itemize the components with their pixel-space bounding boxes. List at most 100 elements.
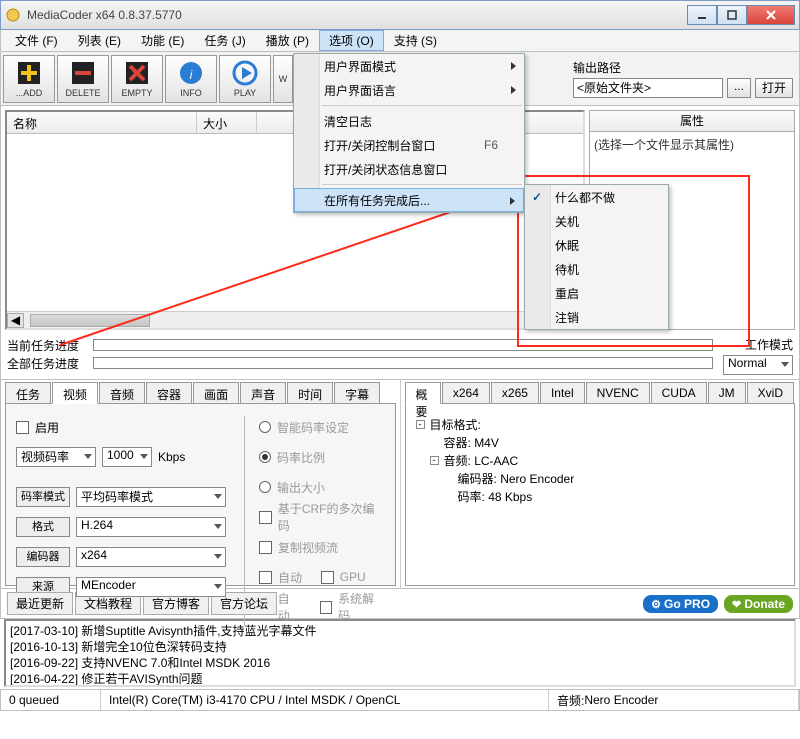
toolbar-info[interactable]: i INFO <box>165 55 217 103</box>
tab-container[interactable]: 容器 <box>146 382 192 403</box>
output-path-label: 输出路径 <box>573 59 793 76</box>
settings-tabs: 任务 视频 音频 容器 画面 声音 时间 字幕 <box>5 382 396 404</box>
all-tasks-progress <box>93 357 713 369</box>
format-label: 格式 <box>16 517 70 537</box>
video-rate-value[interactable]: 1000 <box>102 447 152 467</box>
target-format-tree[interactable]: -目标格式: 容器: M4V -音频: LC-AAC 编码器: Nero Enc… <box>416 416 785 506</box>
tab-picture[interactable]: 画面 <box>193 382 239 403</box>
open-output-button[interactable]: 打开 <box>755 78 793 98</box>
encoder-select[interactable]: x264 <box>76 547 226 567</box>
go-pro-button[interactable]: ⚙ Go PRO <box>643 595 718 613</box>
submenu-hibernate[interactable]: 休眠 <box>525 233 668 257</box>
properties-header: 属性 <box>589 110 795 132</box>
app-icon <box>5 7 21 23</box>
menu-list[interactable]: 列表 (E) <box>68 30 131 51</box>
status-queue: 0 queued <box>1 690 101 710</box>
gpu-checkbox[interactable] <box>321 571 334 584</box>
output-size-radio[interactable] <box>259 481 271 493</box>
horizontal-scrollbar[interactable]: ◀ ▶ <box>7 311 583 328</box>
window-title: MediaCoder x64 0.8.37.5770 <box>27 8 687 22</box>
rate-mode-select[interactable]: 平均码率模式 <box>76 487 226 507</box>
copy-stream-checkbox[interactable] <box>259 541 272 554</box>
col-size[interactable]: 大小 <box>197 112 257 133</box>
tab-nvenc[interactable]: NVENC <box>586 382 650 403</box>
output-path-input[interactable]: <原始文件夹> <box>573 78 723 98</box>
menu-ui-lang[interactable]: 用户界面语言 <box>294 78 524 102</box>
minimize-button[interactable] <box>687 5 717 25</box>
encoder-label: 编码器 <box>16 547 70 567</box>
auto1-checkbox[interactable] <box>259 571 272 584</box>
submenu-logoff[interactable]: 注销 <box>525 305 668 329</box>
format-select[interactable]: H.264 <box>76 517 226 537</box>
submenu-standby[interactable]: 待机 <box>525 257 668 281</box>
donate-button[interactable]: ❤ Donate <box>724 595 793 613</box>
toolbar-delete[interactable]: DELETE <box>57 55 109 103</box>
after-tasks-submenu: ✓什么都不做 关机 休眠 待机 重启 注销 <box>524 184 669 330</box>
col-name[interactable]: 名称 <box>7 112 197 133</box>
rate-mode-label: 码率模式 <box>16 487 70 507</box>
tab-video[interactable]: 视频 <box>52 382 98 404</box>
news-item: [2016-09-22] 支持NVENC 7.0和Intel MSDK 2016 <box>10 655 790 671</box>
close-button[interactable] <box>747 5 795 25</box>
submenu-reboot[interactable]: 重启 <box>525 281 668 305</box>
tab-intel[interactable]: Intel <box>540 382 585 403</box>
video-rate-mode[interactable]: 视频码率 <box>16 447 96 467</box>
tab-sound[interactable]: 声音 <box>240 382 286 403</box>
tab-task[interactable]: 任务 <box>5 382 51 403</box>
enable-checkbox[interactable] <box>16 421 29 434</box>
submenu-shutdown[interactable]: 关机 <box>525 209 668 233</box>
crf-checkbox[interactable] <box>259 511 272 524</box>
minus-icon <box>69 59 97 87</box>
tab-x265[interactable]: x265 <box>491 382 539 403</box>
menu-options[interactable]: 选项 (O) <box>319 30 384 51</box>
menu-support[interactable]: 支持 (S) <box>384 30 447 51</box>
current-task-label: 当前任务进度 <box>7 337 87 354</box>
status-audio: 音频: Nero Encoder <box>549 690 799 710</box>
tab-jm[interactable]: JM <box>708 382 746 403</box>
options-dropdown: 用户界面模式 用户界面语言 清空日志 打开/关闭控制台窗口F6 打开/关闭状态信… <box>293 53 525 213</box>
menu-file[interactable]: 文件 (F) <box>5 30 68 51</box>
scroll-thumb[interactable] <box>30 314 150 327</box>
scroll-left-icon[interactable]: ◀ <box>7 313 24 328</box>
tab-x264[interactable]: x264 <box>442 382 490 403</box>
maximize-button[interactable] <box>717 5 747 25</box>
tab-time[interactable]: 时间 <box>287 382 333 403</box>
menu-play[interactable]: 播放 (P) <box>256 30 319 51</box>
progress-area: 当前任务进度 全部任务进度 工作模式 Normal <box>0 334 800 380</box>
toolbar-add[interactable]: ...ADD <box>3 55 55 103</box>
rate-ratio-radio[interactable] <box>259 451 271 463</box>
tab-summary[interactable]: 概要 <box>405 382 441 404</box>
smart-rate-radio[interactable] <box>259 421 271 433</box>
sysdec-checkbox[interactable] <box>320 601 333 614</box>
statusbar: 0 queued Intel(R) Core(TM) i3-4170 CPU /… <box>0 689 800 711</box>
tab-audio[interactable]: 音频 <box>99 382 145 403</box>
menu-clear-log[interactable]: 清空日志 <box>294 109 524 133</box>
submenu-arrow-icon <box>511 62 516 70</box>
info-icon: i <box>177 59 205 87</box>
browse-button[interactable]: ... <box>727 78 751 98</box>
tab-cuda[interactable]: CUDA <box>651 382 707 403</box>
tree-toggle-icon[interactable]: - <box>430 456 439 465</box>
toolbar-play[interactable]: PLAY <box>219 55 271 103</box>
news-box[interactable]: [2017-03-10] 新增Suptitle Avisynth插件,支持蓝光字… <box>4 619 796 687</box>
encoder-tabs: 概要 x264 x265 Intel NVENC CUDA JM XviD <box>405 382 796 404</box>
menu-ui-mode[interactable]: 用户界面模式 <box>294 54 524 78</box>
menu-function[interactable]: 功能 (E) <box>131 30 194 51</box>
toolbar-more[interactable]: W <box>273 55 293 103</box>
tree-toggle-icon[interactable]: - <box>416 420 425 429</box>
source-select[interactable]: MEncoder <box>76 577 226 597</box>
submenu-arrow-icon <box>510 197 515 205</box>
status-cpu: Intel(R) Core(TM) i3-4170 CPU / Intel MS… <box>101 690 549 710</box>
workmode-select[interactable]: Normal <box>723 355 793 375</box>
all-tasks-label: 全部任务进度 <box>7 355 87 372</box>
submenu-do-nothing[interactable]: ✓什么都不做 <box>525 185 668 209</box>
news-item: [2016-04-22] 修正若干AVISynth问题 <box>10 671 790 687</box>
menu-toggle-status[interactable]: 打开/关闭状态信息窗口 <box>294 157 524 181</box>
menu-task[interactable]: 任务 (J) <box>194 30 255 51</box>
menu-toggle-console[interactable]: 打开/关闭控制台窗口F6 <box>294 133 524 157</box>
tab-subtitle[interactable]: 字幕 <box>334 382 380 403</box>
tab-xvid[interactable]: XviD <box>747 382 794 403</box>
link-recent[interactable]: 最近更新 <box>7 592 73 615</box>
toolbar-empty[interactable]: EMPTY <box>111 55 163 103</box>
menu-after-tasks[interactable]: 在所有任务完成后... <box>294 188 524 212</box>
